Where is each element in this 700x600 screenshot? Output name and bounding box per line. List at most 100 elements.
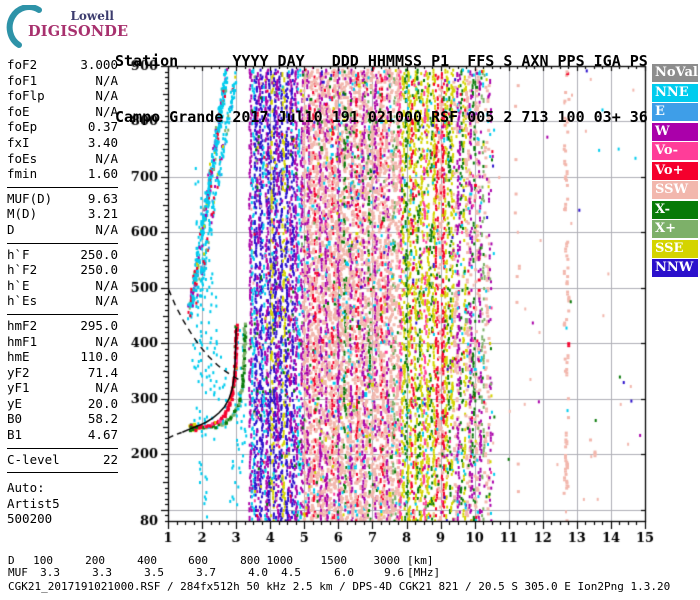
footer-info-line: CGK21_2017191021000.RSF / 284fx512h 50 k… <box>8 580 671 593</box>
param-value: N/A <box>95 277 118 293</box>
param-row-hes: h`Es N/A <box>7 293 118 309</box>
muf-value: 4.5 <box>281 566 301 579</box>
param-label: D <box>7 221 15 237</box>
param-label: foE <box>7 103 30 119</box>
echo-direction-legend: NoVal NNE E W Vo- Vo+ SSW X- X+ SSE NNW <box>652 64 698 279</box>
param-label: h`Es <box>7 293 38 309</box>
param-label: hmE <box>7 349 30 365</box>
header-block: Station YYYY DAY DDD HHMMSS P1 FFS S AXN… <box>115 15 648 163</box>
muf-value: 3.7 <box>196 566 216 579</box>
param-row-clevel: C-level 22 <box>7 452 118 468</box>
param-label: foF2 <box>7 57 38 72</box>
param-group: C-level 22 <box>7 447 118 468</box>
param-label: yF1 <box>7 380 30 396</box>
param-row-d: D N/A <box>7 222 118 238</box>
param-label: foEs <box>7 150 38 166</box>
param-row-foflp: foFlp N/A <box>7 88 118 104</box>
autoscaling-line: Artist5 <box>7 495 60 511</box>
param-group: h`F 250.0 h`F2 250.0 h`E N/A h`Es N/A <box>7 242 118 309</box>
param-row-b0: B0 58.2 <box>7 411 118 427</box>
muf-value: 3.3 <box>40 566 60 579</box>
autoscaling-info: Auto: Artist5 500200 <box>7 480 118 527</box>
param-group: hmF2 295.0 hmF1 N/A hmE 110.0 yF2 71.4 yF1 N/A yE 2… <box>7 313 118 443</box>
parameter-panel: foF2 3.000 foF1 N/A foFlp N/A foE N/A foEp 0.37 fx… <box>7 57 118 531</box>
param-row-yf2: yF2 71.4 <box>7 365 118 381</box>
param-label: h`F <box>7 246 30 262</box>
param-row-yf1: yF1 N/A <box>7 380 118 396</box>
param-value: N/A <box>95 221 118 237</box>
param-label: hmF2 <box>7 317 38 333</box>
param-row-hf2: h`F2 250.0 <box>7 262 118 278</box>
param-value: 58.2 <box>87 411 118 427</box>
param-row-fof1: foF1 N/A <box>7 73 118 89</box>
legend-item-vo: Vo+ <box>652 161 698 180</box>
param-row-md: M(D) 3.21 <box>7 206 118 222</box>
param-row-ye: yE 20.0 <box>7 396 118 412</box>
param-label: C-level <box>7 451 60 467</box>
param-separator: Auto: Artist5 500200 <box>7 472 118 527</box>
param-value: N/A <box>95 72 118 88</box>
muf-value: 3.5 <box>144 566 164 579</box>
param-row-b1: B1 4.67 <box>7 427 118 443</box>
legend-item-ssw: SSW <box>652 181 698 199</box>
legend-item-vo: Vo- <box>652 142 698 160</box>
param-label: foEp <box>7 119 38 135</box>
param-value: N/A <box>95 103 118 119</box>
param-label: foFlp <box>7 88 45 104</box>
header-column-titles: Station YYYY DAY DDD HHMMSS P1 FFS S AXN… <box>115 52 648 70</box>
param-value: 250.0 <box>80 246 118 262</box>
param-row-mufd: MUF(D) 9.63 <box>7 191 118 207</box>
param-row-fmin: fmin 1.60 <box>7 166 118 182</box>
param-row-foep: foEp 0.37 <box>7 119 118 135</box>
param-row-foe: foE N/A <box>7 104 118 120</box>
param-label: h`E <box>7 277 30 293</box>
logo-lowell-text: Lowell <box>70 9 114 23</box>
legend-item-w: W <box>652 122 698 141</box>
param-group: foF2 3.000 foF1 N/A foFlp N/A foE N/A foEp 0.37 fx… <box>7 57 118 182</box>
param-value: 22 <box>102 451 118 467</box>
legend-item-nne: NNE <box>652 83 698 102</box>
param-value: 20.0 <box>87 395 118 411</box>
param-label: M(D) <box>7 206 38 222</box>
param-group: MUF(D) 9.63 M(D) 3.21 D N/A <box>7 186 118 238</box>
autoscaling-line: 500200 <box>7 511 53 527</box>
param-value: 3.21 <box>87 206 118 222</box>
param-value: 0.37 <box>87 119 118 135</box>
param-label: hmF1 <box>7 333 38 349</box>
lowell-digisonde-logo: Lowell DIGISONDE <box>6 4 129 48</box>
logo-digisonde-text: DIGISONDE <box>28 23 129 40</box>
param-value: N/A <box>95 150 118 166</box>
param-value: N/A <box>95 333 118 349</box>
legend-item-e: E <box>652 103 698 121</box>
legend-item-nnw: NNW <box>652 259 698 277</box>
muf-unit: [MHz] <box>407 566 441 579</box>
param-row-fxi: fxI 3.40 <box>7 135 118 151</box>
legend-item-noval: NoVal <box>652 64 698 82</box>
param-value: 250.0 <box>80 262 118 278</box>
param-value: 71.4 <box>87 364 118 380</box>
param-label: yF2 <box>7 364 30 380</box>
param-row-fof2: foF2 3.000 <box>7 57 118 73</box>
param-value: 3.000 <box>80 57 118 72</box>
param-row-hmf1: hmF1 N/A <box>7 334 118 350</box>
param-value: 110.0 <box>80 349 118 365</box>
param-value: 3.40 <box>87 134 118 150</box>
param-value: N/A <box>95 293 118 309</box>
param-value: 295.0 <box>80 317 118 333</box>
param-row-hf: h`F 250.0 <box>7 247 118 263</box>
header-station-values: Campo Grande 2017 Jul10 191 021000 RSF 0… <box>115 107 648 126</box>
param-row-he: h`E N/A <box>7 278 118 294</box>
param-label: MUF(D) <box>7 190 53 206</box>
param-label: foF1 <box>7 72 38 88</box>
legend-item-x: X- <box>652 200 698 219</box>
param-value: 4.67 <box>87 427 118 443</box>
param-value: 9.63 <box>87 190 118 206</box>
param-value: N/A <box>95 88 118 104</box>
param-label: yE <box>7 395 23 411</box>
param-label: B0 <box>7 411 23 427</box>
param-label: B1 <box>7 427 23 443</box>
param-label: fmin <box>7 166 38 182</box>
muf-value: 3.3 <box>92 566 112 579</box>
autoscaling-line: Auto: <box>7 480 45 496</box>
param-row-hme: hmE 110.0 <box>7 349 118 365</box>
